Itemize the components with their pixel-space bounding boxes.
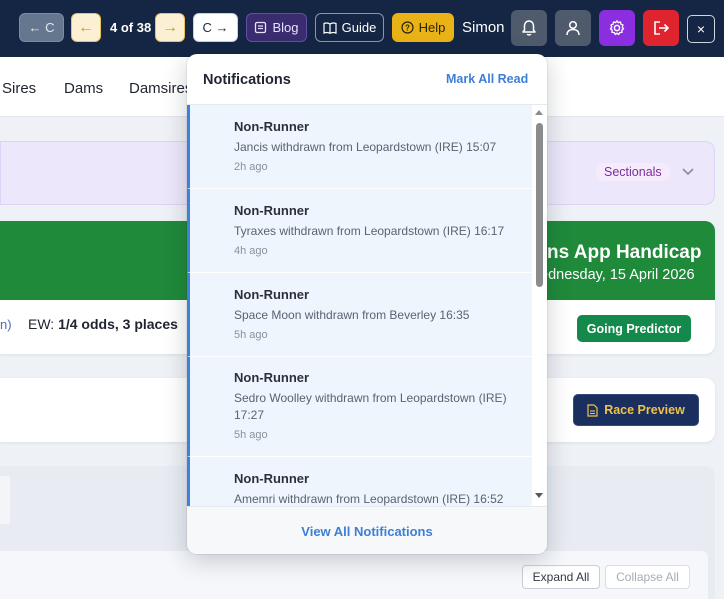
notification-time: 2h ago	[234, 161, 268, 173]
going-predictor-button[interactable]: Going Predictor	[577, 315, 691, 342]
logout-button[interactable]	[643, 10, 679, 46]
settings-button[interactable]	[599, 10, 635, 46]
bell-icon	[520, 19, 538, 37]
runners-section-tab	[0, 476, 10, 524]
each-way-value: 1/4 odds, 3 places	[58, 316, 178, 332]
notifications-header: Notifications Mark All Read	[187, 54, 547, 105]
notification-title: Non-Runner	[234, 203, 310, 218]
notification-message: Space Moon withdrawn from Beverley 16:35	[234, 308, 470, 322]
account-button[interactable]	[555, 10, 591, 46]
notification-time: 4h ago	[234, 245, 268, 257]
each-way-terms: EW: 1/4 odds, 3 places	[28, 316, 178, 332]
notification-item[interactable]: Non-Runner Sedro Woolley withdrawn from …	[187, 357, 532, 457]
notifications-dropdown: Notifications Mark All Read Non-Runner J…	[187, 54, 547, 554]
document-icon	[587, 403, 598, 417]
notifications-title: Notifications	[203, 72, 291, 88]
each-way-label: EW:	[28, 316, 59, 332]
race-counter: 4 of 38	[110, 20, 152, 35]
tab-dams[interactable]: Dams	[64, 80, 103, 97]
logout-icon	[652, 19, 670, 37]
sectionals-badge[interactable]: Sectionals	[596, 163, 670, 181]
runners-toolbar	[0, 551, 708, 599]
user-name: Simon	[462, 19, 505, 36]
user-icon	[564, 19, 582, 37]
notification-message: Jancis withdrawn from Leopardstown (IRE)…	[234, 140, 497, 154]
notification-item[interactable]: Non-Runner Space Moon withdrawn from Bev…	[187, 273, 532, 357]
mark-all-read-link[interactable]: Mark All Read	[446, 72, 528, 86]
next-race-label: C →	[202, 20, 229, 35]
notification-title: Non-Runner	[234, 119, 310, 134]
race-meta-fragment: n)	[0, 317, 12, 332]
guide-button[interactable]: Guide	[315, 13, 384, 42]
arrow-left-icon: ←	[78, 18, 94, 36]
right-arrow-button[interactable]: →	[155, 13, 185, 42]
notification-item[interactable]: Non-Runner Jancis withdrawn from Leopard…	[187, 105, 532, 189]
notification-item[interactable]: Non-Runner Amemri withdrawn from Leopard…	[187, 457, 532, 506]
notification-time: 5h ago	[234, 329, 268, 341]
notification-title: Non-Runner	[234, 471, 310, 486]
previous-race-label: ← C	[28, 20, 55, 35]
notifications-button[interactable]	[511, 10, 547, 46]
gear-icon	[608, 19, 626, 37]
book-icon	[323, 21, 337, 34]
notification-title: Non-Runner	[234, 370, 310, 385]
svg-text:?: ?	[405, 24, 410, 33]
notification-message: Tyraxes withdrawn from Leopardstown (IRE…	[234, 224, 505, 238]
notification-item[interactable]: Non-Runner Tyraxes withdrawn from Leopar…	[187, 189, 532, 273]
close-button[interactable]: ×	[687, 15, 715, 43]
arrow-right-icon: →	[162, 18, 178, 36]
scroll-down-arrow-icon[interactable]	[535, 493, 543, 498]
chevron-down-icon[interactable]	[681, 167, 695, 177]
race-title: ns App Handicap	[547, 242, 702, 263]
notification-title: Non-Runner	[234, 287, 310, 302]
tab-damsires[interactable]: Damsires	[129, 80, 192, 97]
help-button[interactable]: ? Help	[392, 13, 454, 42]
scroll-up-arrow-icon[interactable]	[535, 110, 543, 115]
newspaper-icon	[254, 21, 267, 34]
previous-race-button[interactable]: ← C	[19, 13, 64, 42]
left-arrow-button[interactable]: ←	[71, 13, 101, 42]
blog-label: Blog	[272, 20, 299, 35]
guide-label: Guide	[341, 20, 377, 35]
scrollbar-thumb[interactable]	[536, 123, 543, 287]
help-label: Help	[418, 20, 446, 35]
race-preview-label: Race Preview	[604, 403, 685, 417]
expand-all-button[interactable]: Expand All	[522, 565, 600, 589]
race-preview-button[interactable]: Race Preview	[573, 394, 699, 426]
notification-message: Sedro Woolley withdrawn from Leopardstow…	[234, 391, 507, 422]
next-race-button[interactable]: C →	[193, 13, 238, 42]
tab-sires[interactable]: Sires	[2, 80, 36, 97]
view-all-notifications-link[interactable]: View All Notifications	[187, 524, 547, 539]
help-circle-icon: ?	[401, 21, 414, 34]
close-icon: ×	[696, 21, 706, 37]
collapse-all-button[interactable]: Collapse All	[605, 565, 690, 589]
top-bar: ← C ← 4 of 38 → C → Blog Guide ? Help Si…	[0, 0, 724, 57]
notification-time: 5h ago	[234, 429, 268, 441]
notifications-footer: View All Notifications	[187, 506, 547, 554]
notification-message: Amemri withdrawn from Leopardstown (IRE)…	[234, 492, 504, 506]
notifications-list: Non-Runner Jancis withdrawn from Leopard…	[187, 105, 533, 506]
blog-button[interactable]: Blog	[246, 13, 307, 42]
race-date: ednesday, 15 April 2026	[540, 267, 695, 283]
